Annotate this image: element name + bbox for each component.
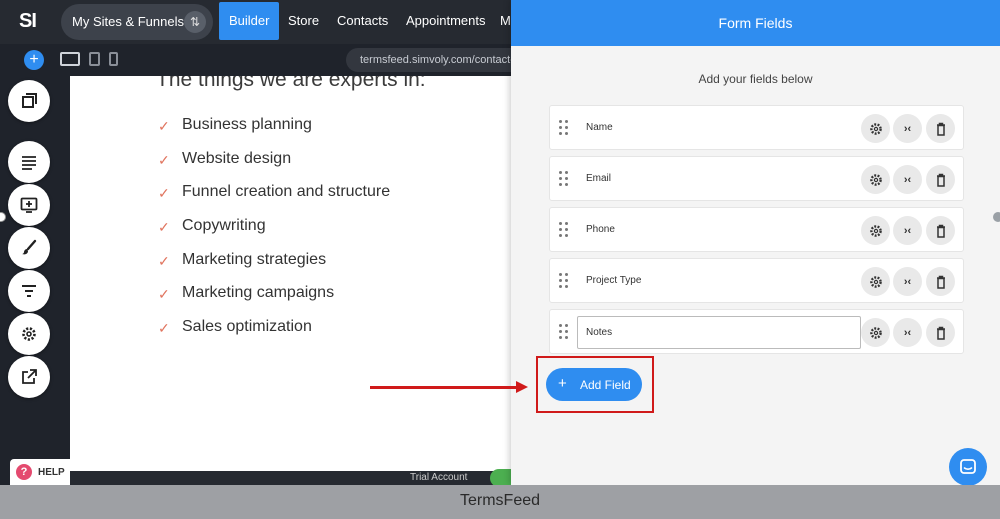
top-bar: SI My Sites & Funnels ⇅ Builder Store Co… <box>0 0 511 44</box>
field-label: Project Type <box>586 275 642 286</box>
sections-icon[interactable] <box>8 141 50 183</box>
collapse-icon[interactable]: ›‹ <box>893 165 922 194</box>
mobile-view-icon[interactable] <box>109 52 118 66</box>
collapse-icon[interactable]: ›‹ <box>893 318 922 347</box>
trial-account-label: Trial Account <box>410 472 468 483</box>
status-bar: Trial Account <box>70 469 511 485</box>
trash-icon[interactable] <box>926 267 955 296</box>
annotation-arrow-head <box>516 381 528 393</box>
site-url[interactable]: termsfeed.simvoly.com/contact- <box>346 48 511 72</box>
nav-builder[interactable]: Builder <box>219 2 280 40</box>
filter-icon[interactable] <box>8 270 50 312</box>
desktop-view-icon[interactable] <box>60 52 80 66</box>
field-row-email[interactable]: Email ›‹ <box>549 156 964 201</box>
drag-handle-icon[interactable] <box>559 222 569 238</box>
annotation-arrow <box>370 386 518 389</box>
sites-funnels-switcher[interactable]: My Sites & Funnels ⇅ <box>61 4 213 40</box>
check-icon: ✓ <box>158 219 170 236</box>
field-label-input[interactable]: Notes <box>577 316 861 349</box>
field-row-phone[interactable]: Phone ›‹ <box>549 207 964 252</box>
watermark-bar: TermsFeed <box>0 485 1000 519</box>
gear-icon[interactable] <box>861 267 890 296</box>
editor-app: SI My Sites & Funnels ⇅ Builder Store Co… <box>0 0 511 485</box>
collapse-icon[interactable]: ›‹ <box>893 216 922 245</box>
field-row-project-type[interactable]: Project Type ›‹ <box>549 258 964 303</box>
collapse-icon[interactable]: ›‹ <box>893 267 922 296</box>
external-link-icon[interactable] <box>8 356 50 398</box>
app-logo[interactable]: SI <box>19 10 37 33</box>
field-label: Phone <box>586 224 615 235</box>
panel-title: Form Fields <box>511 0 1000 46</box>
page-canvas: The things we are experts in: ✓ Business … <box>70 76 511 471</box>
tablet-view-icon[interactable] <box>89 52 100 66</box>
trash-icon[interactable] <box>926 216 955 245</box>
panel-subtitle: Add your fields below <box>698 72 813 86</box>
help-icon: ? <box>16 464 32 480</box>
drag-handle-icon[interactable] <box>559 324 569 340</box>
add-element-icon[interactable] <box>8 184 50 226</box>
gear-icon[interactable] <box>861 165 890 194</box>
gear-icon[interactable] <box>861 318 890 347</box>
sites-funnels-label: My Sites & Funnels <box>72 14 184 29</box>
plus-icon: + <box>558 375 567 392</box>
field-label: Email <box>586 173 612 184</box>
drag-handle-icon[interactable] <box>559 120 569 136</box>
add-icon[interactable]: + <box>24 50 44 70</box>
check-icon: ✓ <box>158 252 170 269</box>
watermark-text: TermsFeed <box>459 492 541 509</box>
trash-icon[interactable] <box>926 318 955 347</box>
gear-icon[interactable] <box>861 114 890 143</box>
swap-icon: ⇅ <box>184 11 206 33</box>
add-field-button[interactable]: + Add Field <box>546 368 642 401</box>
drag-handle-icon[interactable] <box>559 171 569 187</box>
nav-contacts[interactable]: Contacts <box>337 2 388 40</box>
check-icon: ✓ <box>158 151 170 168</box>
drag-handle-icon[interactable] <box>559 273 569 289</box>
trash-icon[interactable] <box>926 114 955 143</box>
brush-icon[interactable] <box>8 227 50 269</box>
nav-appointments[interactable]: Appointments <box>406 2 486 40</box>
upgrade-badge[interactable] <box>490 469 511 485</box>
check-icon: ✓ <box>158 118 170 134</box>
nav-more[interactable]: M <box>500 2 511 40</box>
check-icon: ✓ <box>158 286 170 303</box>
field-label: Name <box>586 122 613 133</box>
chat-icon[interactable] <box>949 448 987 486</box>
collapse-icon[interactable]: ›‹ <box>893 114 922 143</box>
check-icon: ✓ <box>158 320 170 337</box>
canvas-heading: The things we are experts in: <box>156 76 426 91</box>
field-row-name[interactable]: Name ›‹ <box>549 105 964 150</box>
pages-icon[interactable] <box>8 80 50 122</box>
gear-icon[interactable] <box>861 216 890 245</box>
scroll-handle[interactable] <box>993 212 1000 222</box>
trash-icon[interactable] <box>926 165 955 194</box>
settings-icon[interactable] <box>8 313 50 355</box>
nav-store[interactable]: Store <box>288 2 319 40</box>
check-icon: ✓ <box>158 185 170 202</box>
field-row-notes[interactable]: Notes ›‹ <box>549 309 964 354</box>
